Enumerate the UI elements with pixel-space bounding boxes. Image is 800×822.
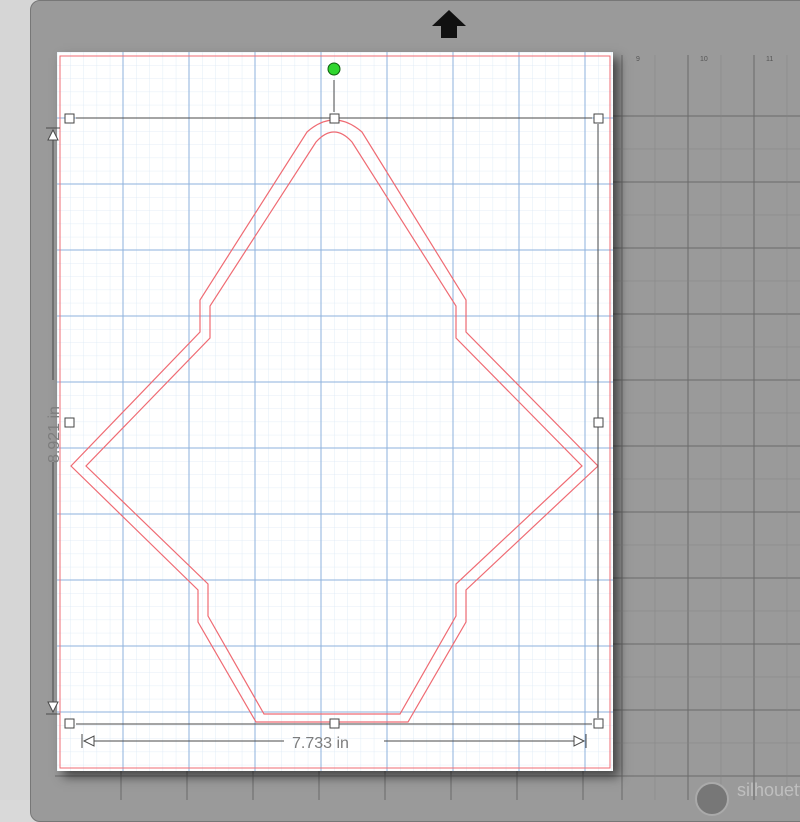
height-label: 8.921 in	[46, 406, 63, 463]
design-canvas[interactable]: 8.921 in 7.733 in	[0, 0, 800, 800]
resize-handle-top-left[interactable]	[64, 113, 75, 124]
resize-handle-top-right[interactable]	[593, 113, 604, 124]
resize-handle-middle-left[interactable]	[64, 417, 75, 428]
rotate-handle-icon[interactable]	[327, 62, 341, 76]
resize-handle-bottom-left[interactable]	[64, 718, 75, 729]
resize-handle-bottom-right[interactable]	[593, 718, 604, 729]
width-label: 7.733 in	[292, 735, 349, 752]
resize-handle-top-center[interactable]	[329, 113, 340, 124]
page-grid	[57, 52, 613, 771]
resize-handle-bottom-center[interactable]	[329, 718, 340, 729]
resize-handle-middle-right[interactable]	[593, 417, 604, 428]
